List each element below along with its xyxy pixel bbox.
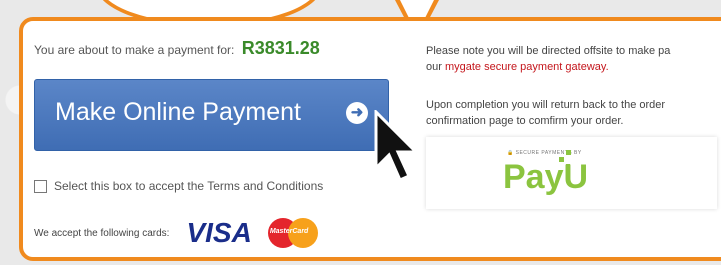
payment-intro-text: You are about to make a payment for: [34,43,235,57]
notice-line-4: confirmation page to comfirm your order. [426,115,624,127]
gateway-link[interactable]: mygate secure payment gateway. [445,61,609,73]
terms-label: Select this box to accept the Terms and … [54,179,324,193]
payment-intro: You are about to make a payment for: R38… [34,38,404,59]
notice-line-3: Upon completion you will return back to … [426,99,666,111]
payu-logo: PayU [503,158,589,196]
notice-section: Please note you will be directed offsite… [426,43,721,151]
cards-label: We accept the following cards: [34,227,170,239]
mastercard-logo: MasterCard [267,216,320,250]
mouse-cursor-icon [374,110,420,182]
payment-section: You are about to make a payment for: R38… [34,33,404,248]
payu-badge: 🔒 SECURE PAYMENTS BY PayU [426,137,717,209]
accepted-cards: We accept the following cards: VISA Mast… [34,216,320,250]
arrow-right-icon: ➜ [346,102,368,124]
notice-line-2-prefix: our [426,61,445,73]
terms-row: Select this box to accept the Terms and … [34,179,323,193]
visa-logo: VISA [186,217,252,248]
payment-amount: R3831.28 [241,38,320,58]
notice-line-1: Please note you will be directed offsite… [426,45,671,57]
terms-checkbox[interactable] [34,179,47,193]
make-online-payment-button[interactable]: Make Online Payment ➜ [34,79,389,151]
make-online-payment-label: Make Online Payment [55,98,301,126]
